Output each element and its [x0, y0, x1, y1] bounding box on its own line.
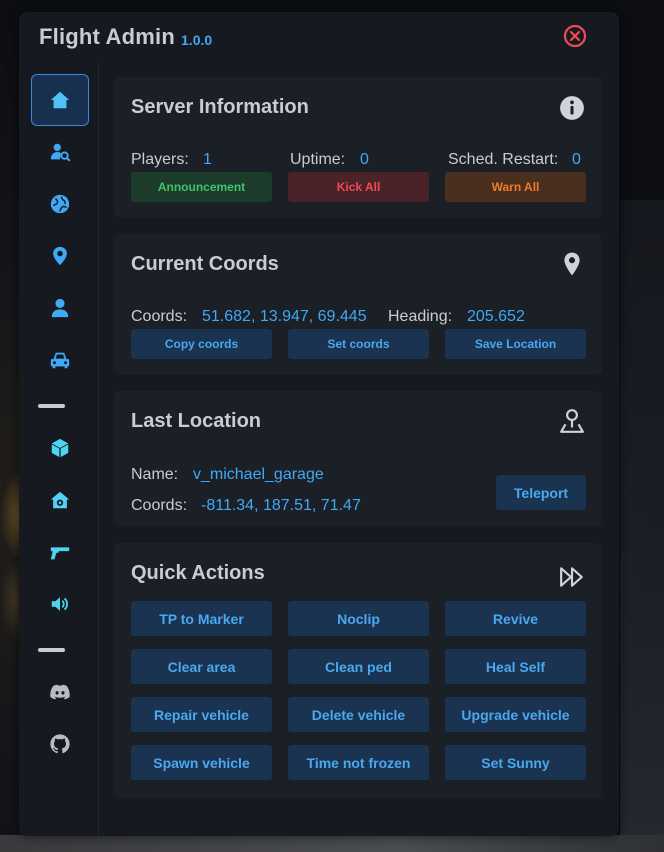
background-scenery — [620, 200, 664, 852]
gun-icon — [50, 547, 70, 560]
sidebar-item-github[interactable] — [31, 718, 89, 770]
set-sunny-button[interactable]: Set Sunny — [445, 745, 586, 780]
sidebar-divider — [38, 648, 65, 652]
repair-vehicle-button[interactable]: Repair vehicle — [131, 697, 272, 732]
user-icon — [51, 298, 69, 318]
teleport-button[interactable]: Teleport — [496, 475, 586, 510]
coords-value: 51.682, 13.947, 69.445 — [202, 308, 367, 325]
sidebar-item-sounds[interactable] — [31, 578, 89, 630]
last-location-title: Last Location — [131, 410, 262, 432]
title-bar: Flight Admin 1.0.0 — [19, 12, 619, 62]
sidebar-item-objects[interactable] — [31, 422, 89, 474]
house-gear-icon — [50, 491, 70, 509]
server-info-title: Server Information — [131, 96, 309, 118]
last-location-card: Last Location Name: v_michael_garage Coo… — [114, 391, 602, 526]
kick-all-button[interactable]: Kick All — [288, 172, 429, 202]
warn-all-button[interactable]: Warn All — [445, 172, 586, 202]
sidebar-item-player[interactable] — [31, 282, 89, 334]
sidebar-item-discord[interactable] — [31, 666, 89, 718]
delete-vehicle-button[interactable]: Delete vehicle — [288, 697, 429, 732]
players-value: 1 — [203, 151, 212, 168]
app-version: 1.0.0 — [181, 32, 213, 48]
set-coords-button[interactable]: Set coords — [288, 329, 429, 359]
car-icon — [50, 352, 70, 369]
main-content: Server Information Players: 1 Uptime: 0 … — [99, 62, 619, 836]
heal-self-button[interactable]: Heal Self — [445, 649, 586, 684]
admin-window: Flight Admin 1.0.0 Server Information Pl… — [19, 12, 619, 836]
current-coords-title: Current Coords — [131, 253, 279, 275]
sidebar — [19, 62, 99, 836]
sidebar-item-home[interactable] — [31, 74, 89, 126]
copy-coords-button[interactable]: Copy coords — [131, 329, 272, 359]
location-pin-icon — [560, 409, 584, 433]
sched-restart-label: Sched. Restart: — [448, 151, 559, 168]
clean-ped-button[interactable]: Clean ped — [288, 649, 429, 684]
uptime-label: Uptime: — [290, 151, 346, 168]
map-pin-icon — [53, 246, 67, 266]
uptime-value: 0 — [360, 151, 369, 168]
location-name-label: Name: — [131, 466, 179, 483]
app-title: Flight Admin — [39, 24, 176, 49]
server-info-card: Server Information Players: 1 Uptime: 0 … — [114, 77, 602, 218]
home-icon — [50, 91, 70, 109]
background-road — [0, 835, 664, 852]
heading-label: Heading: — [388, 308, 453, 325]
clear-area-button[interactable]: Clear area — [131, 649, 272, 684]
fast-forward-icon — [560, 567, 583, 587]
noclip-button[interactable]: Noclip — [288, 601, 429, 636]
time-frozen-toggle-button[interactable]: Time not frozen — [288, 745, 429, 780]
sidebar-item-players[interactable] — [31, 126, 89, 178]
github-icon — [50, 734, 70, 754]
map-marker-icon — [564, 252, 580, 276]
tp-to-marker-button[interactable]: TP to Marker — [131, 601, 272, 636]
sidebar-item-vehicle[interactable] — [31, 334, 89, 386]
cube-icon — [51, 438, 69, 458]
sidebar-item-world[interactable] — [31, 178, 89, 230]
heading-value: 205.652 — [467, 308, 525, 325]
spawn-vehicle-button[interactable]: Spawn vehicle — [131, 745, 272, 780]
close-button[interactable] — [563, 24, 587, 48]
location-coords-label: Coords: — [131, 497, 188, 514]
location-coords-value: -811.34, 187.51, 71.47 — [201, 497, 361, 514]
coords-label: Coords: — [131, 308, 188, 325]
sidebar-divider — [38, 404, 65, 408]
quick-actions-title: Quick Actions — [131, 562, 265, 584]
location-name-value: v_michael_garage — [193, 466, 324, 483]
sidebar-item-locations[interactable] — [31, 230, 89, 282]
revive-button[interactable]: Revive — [445, 601, 586, 636]
players-label: Players: — [131, 151, 189, 168]
quick-actions-card: Quick Actions TP to Marker Noclip Revive… — [114, 543, 602, 798]
globe-icon — [50, 194, 70, 214]
speaker-icon — [51, 597, 69, 611]
save-location-button[interactable]: Save Location — [445, 329, 586, 359]
sidebar-item-weapons[interactable] — [31, 526, 89, 578]
close-icon — [563, 24, 587, 48]
info-icon[interactable] — [559, 95, 585, 121]
sched-restart-value: 0 — [572, 151, 581, 168]
current-coords-card: Current Coords Coords: 51.682, 13.947, 6… — [114, 234, 602, 375]
sidebar-item-server-settings[interactable] — [31, 474, 89, 526]
announcement-button[interactable]: Announcement — [131, 172, 272, 202]
player-search-icon — [50, 143, 71, 162]
upgrade-vehicle-button[interactable]: Upgrade vehicle — [445, 697, 586, 732]
discord-icon — [50, 684, 70, 700]
